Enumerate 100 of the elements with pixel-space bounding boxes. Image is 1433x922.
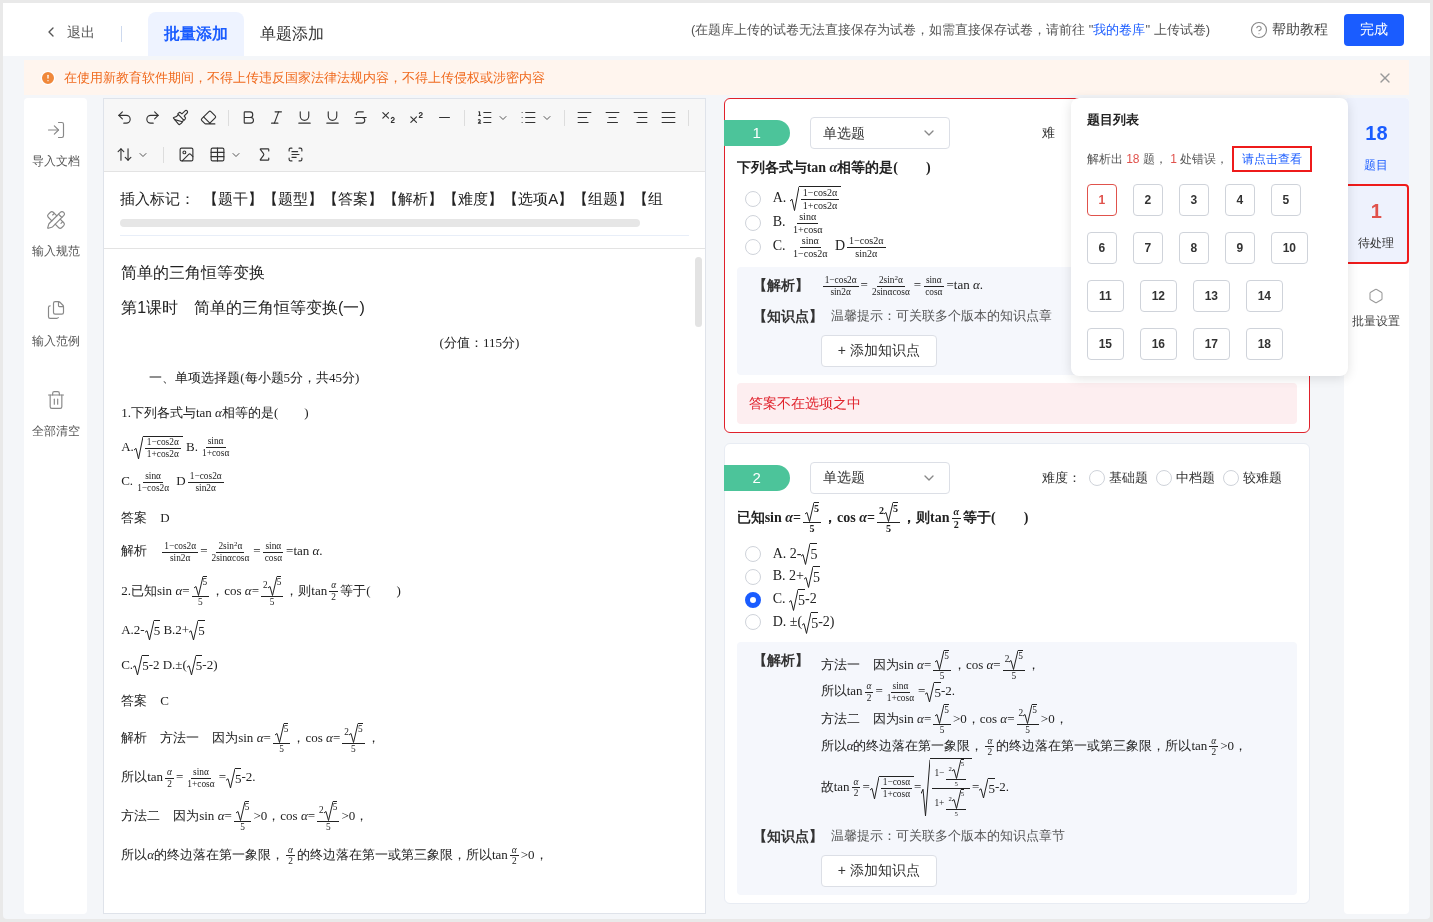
- document-paragraph: 解析 方法一 因为sin α= 5 5 ，cos α= 2 5 5 ，: [121, 723, 381, 755]
- question-number-button[interactable]: 12: [1139, 279, 1177, 312]
- radio-button[interactable]: [744, 591, 761, 608]
- superscript-icon[interactable]: [408, 109, 426, 126]
- help-icon: [1250, 20, 1268, 39]
- question-number-button[interactable]: 5: [1270, 183, 1301, 216]
- radical-sign: [805, 501, 814, 522]
- question-number-button[interactable]: 10: [1270, 231, 1308, 264]
- align-justify-icon[interactable]: [660, 109, 678, 126]
- radical-sign: [186, 655, 196, 676]
- sidebar-item[interactable]: 输入范例: [31, 300, 80, 350]
- rail-item[interactable]: 18 题目: [1343, 98, 1409, 184]
- my-papers-link[interactable]: 我的卷库: [1093, 21, 1146, 37]
- question-number-button[interactable]: 1: [1086, 183, 1117, 216]
- question-number-button[interactable]: 4: [1224, 183, 1255, 216]
- scrollbar-thumb[interactable]: [694, 256, 702, 327]
- knowledge-hint: 温馨提示：可关联多个版本的知识点章节: [830, 826, 1065, 845]
- question-number-button[interactable]: 18: [1245, 327, 1283, 360]
- document-paragraph: C. 5-2 D.±( 5-2): [121, 654, 219, 678]
- radical-sign: [803, 566, 813, 589]
- question-number-button[interactable]: 16: [1139, 327, 1177, 360]
- align-left-icon[interactable]: [576, 109, 594, 126]
- add-knowledge-button[interactable]: + 添加知识点: [820, 854, 937, 887]
- bullet-list-icon[interactable]: [520, 109, 538, 126]
- underline-icon[interactable]: [324, 109, 342, 126]
- warning-text: 在使用新教育软件期间，不得上传违反国家法律法规内容，不得上传侵权或涉密内容: [64, 68, 545, 87]
- align-right-icon[interactable]: [632, 109, 650, 126]
- add-knowledge-button[interactable]: + 添加知识点: [820, 334, 937, 367]
- undo-icon[interactable]: [116, 109, 134, 126]
- insert-mark[interactable]: 【选项A】: [503, 188, 574, 211]
- radical-sign: [189, 620, 199, 641]
- insert-mark[interactable]: 【组题】: [573, 188, 634, 211]
- align-center-icon[interactable]: [604, 109, 622, 126]
- document-paragraph: 答案 D: [121, 508, 171, 527]
- insert-mark[interactable]: 【题型】: [263, 188, 324, 211]
- insert-mark[interactable]: 【组: [633, 188, 664, 211]
- sidebar-item[interactable]: 输入规范: [31, 210, 80, 260]
- question-number-button[interactable]: 11: [1086, 279, 1124, 312]
- paintbrush-icon[interactable]: [172, 109, 190, 126]
- strikethrough-icon[interactable]: [352, 109, 370, 126]
- question-number-button[interactable]: 7: [1132, 231, 1163, 264]
- horizontal-scrollbar[interactable]: [120, 218, 641, 227]
- radical-sign: [935, 703, 945, 724]
- analysis-line: 方法二 因为sin α= 5 5 >0，cos α= 2 5 5 >0，: [820, 703, 1069, 736]
- radical-sign: [267, 575, 277, 596]
- back-button[interactable]: 退出: [43, 12, 95, 52]
- difficulty-label: 难度：: [1041, 469, 1081, 488]
- question-number-button[interactable]: 14: [1245, 279, 1283, 312]
- question-type-select[interactable]: 单选题: [809, 461, 950, 494]
- warning-icon: [40, 69, 56, 86]
- table-icon[interactable]: [209, 146, 227, 163]
- radical-sign: [979, 777, 989, 799]
- question-number-button[interactable]: 6: [1086, 231, 1117, 264]
- difficulty-option[interactable]: 基础题: [1108, 468, 1148, 488]
- hexagon-icon: [1368, 288, 1385, 304]
- radical-sign: [133, 435, 143, 460]
- knowledge-label: 【知识点】: [752, 306, 823, 326]
- sidebar-item[interactable]: 全部清空: [31, 390, 80, 440]
- question-number-button[interactable]: 17: [1192, 327, 1230, 360]
- radical-sign: [801, 543, 811, 566]
- pencil-ruler-icon: [45, 210, 66, 230]
- question-type-select[interactable]: 单选题: [809, 117, 950, 149]
- insert-mark[interactable]: 【解析】: [383, 188, 444, 211]
- radical-sign: [235, 801, 245, 821]
- difficulty-option[interactable]: 中档题: [1175, 468, 1215, 488]
- image-icon[interactable]: [178, 146, 196, 163]
- question-number-button[interactable]: 15: [1086, 327, 1124, 360]
- question-number-button[interactable]: 13: [1192, 279, 1230, 312]
- document-paragraph: 答案 C: [121, 691, 170, 710]
- radical-sign: [1009, 649, 1019, 670]
- rail-item[interactable]: 批量设置: [1343, 264, 1409, 330]
- tab[interactable]: 单题添加: [244, 12, 340, 56]
- option-text: A. 2- 5: [772, 542, 818, 566]
- parse-summary: 解析出 18 题， 1 处错误，: [1086, 150, 1229, 168]
- radical-sign: [935, 649, 945, 670]
- question-number-button[interactable]: 3: [1178, 183, 1209, 216]
- question-number: 2: [723, 464, 790, 491]
- view-errors-link[interactable]: 请点击查看: [1232, 145, 1313, 172]
- analysis-line: 方法一 因为sin α= 5 5 ，cos α= 2 5 5 ，: [820, 649, 1041, 682]
- line-height-icon[interactable]: [116, 146, 134, 163]
- tab[interactable]: 批量添加: [148, 12, 244, 56]
- help-button[interactable]: 帮助教程: [1250, 19, 1328, 40]
- knowledge-label: 【知识点】: [752, 826, 823, 846]
- subscript-icon[interactable]: [380, 109, 398, 126]
- question-number-button[interactable]: 9: [1224, 231, 1255, 264]
- document-paragraph: 第1课时 简单的三角恒等变换(一): [121, 297, 366, 318]
- underline-icon[interactable]: [296, 109, 314, 126]
- done-button[interactable]: 完成: [1344, 13, 1404, 46]
- insert-mark[interactable]: 【题干】: [203, 188, 264, 211]
- eraser-icon[interactable]: [200, 109, 218, 126]
- insert-mark[interactable]: 【难度】: [443, 188, 504, 211]
- sidebar-item[interactable]: 导入文档: [31, 120, 80, 170]
- question-number-button[interactable]: 2: [1132, 183, 1163, 216]
- question-number-button[interactable]: 8: [1178, 231, 1209, 264]
- ordered-list-icon[interactable]: [476, 109, 494, 126]
- difficulty-option[interactable]: 较难题: [1242, 468, 1282, 488]
- document-paragraph: 一、单项选择题(每小题5分，共45分): [148, 368, 361, 387]
- redo-icon[interactable]: [144, 109, 162, 126]
- insert-mark[interactable]: 【答案】: [323, 188, 384, 211]
- text-frame-icon[interactable]: [287, 146, 305, 163]
